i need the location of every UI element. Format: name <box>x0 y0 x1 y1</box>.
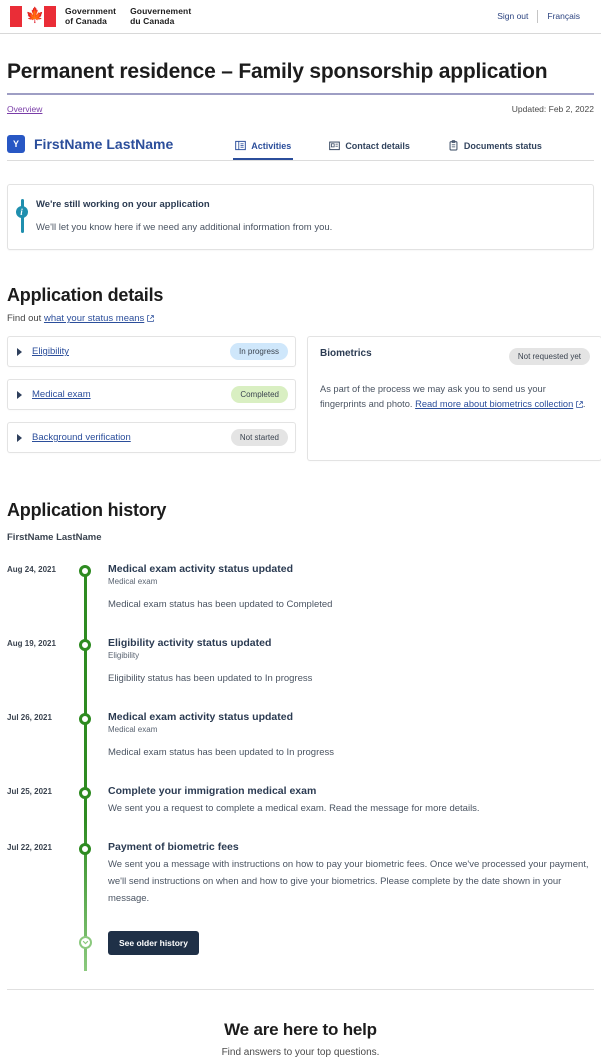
timeline-dot-icon <box>79 787 91 799</box>
event-title: Eligibility activity status updated <box>108 637 312 649</box>
biometrics-text-after: . <box>583 399 586 409</box>
event-date: Aug 24, 2021 <box>7 563 77 613</box>
detail-row-eligibility[interactable]: Eligibility In progress <box>7 336 296 367</box>
event-date: Jul 26, 2021 <box>7 711 77 761</box>
timeline-event: Aug 19, 2021 Eligibility activity status… <box>7 637 594 687</box>
applicant-tab-bar: Y FirstName LastName Activities Contact … <box>7 114 594 161</box>
timeline-dot-icon <box>79 713 91 725</box>
event-description: Eligibility status has been updated to I… <box>108 670 312 687</box>
breadcrumb-row: Overview Updated: Feb 2, 2022 <box>7 95 594 114</box>
status-alert: i We're still working on your applicatio… <box>7 184 594 250</box>
timeline-event: Jul 26, 2021 Medical exam activity statu… <box>7 711 594 761</box>
timeline-dot-icon <box>79 639 91 651</box>
page-title: Permanent residence – Family sponsorship… <box>7 34 594 95</box>
status-rows-column: Eligibility In progress Medical exam Com… <box>7 336 296 465</box>
event-subtitle: Medical exam <box>108 577 332 586</box>
status-badge: Completed <box>231 386 288 403</box>
find-out-prefix: Find out <box>7 313 44 324</box>
contact-card-icon <box>329 140 340 151</box>
event-description: Medical exam status has been updated to … <box>108 596 332 613</box>
detail-label[interactable]: Eligibility <box>32 346 69 357</box>
avatar: Y <box>7 135 25 153</box>
detail-label[interactable]: Medical exam <box>32 389 91 400</box>
header-utility-links: Sign out Français <box>488 10 589 23</box>
help-subheading: Find answers to your top questions. <box>7 1047 594 1058</box>
timeline-event: Aug 24, 2021 Medical exam activity statu… <box>7 563 594 613</box>
timeline-dot-icon <box>79 843 91 855</box>
event-description: Medical exam status has been updated to … <box>108 744 334 761</box>
timeline-event: Jul 25, 2021 Complete your immigration m… <box>7 785 594 817</box>
timeline-dot-icon <box>79 565 91 577</box>
tab-documents-status[interactable]: Documents status <box>446 137 544 160</box>
application-details-grid: Eligibility In progress Medical exam Com… <box>7 336 594 465</box>
external-link-icon <box>144 313 154 324</box>
event-title: Medical exam activity status updated <box>108 563 332 575</box>
timeline-event: Jul 22, 2021 Payment of biometric fees W… <box>7 841 594 907</box>
wordmark: Government of Canada Gouvernement du Can… <box>65 6 191 27</box>
event-date: Aug 19, 2021 <box>7 637 77 687</box>
event-title: Payment of biometric fees <box>108 841 590 853</box>
expand-caret-icon[interactable] <box>17 348 22 356</box>
chevron-down-icon[interactable] <box>79 936 92 949</box>
wordmark-en: Government of Canada <box>65 6 116 27</box>
expand-caret-icon[interactable] <box>17 434 22 442</box>
tab-label: Documents status <box>464 141 542 151</box>
timeline-end: See older history <box>7 931 594 965</box>
wordmark-fr: Gouvernement du Canada <box>130 6 191 27</box>
status-badge: In progress <box>230 343 288 360</box>
help-heading: We are here to help <box>7 1020 594 1040</box>
detail-row-background-verification[interactable]: Background verification Not started <box>7 422 296 453</box>
history-timeline: Aug 24, 2021 Medical exam activity statu… <box>7 563 594 971</box>
event-date: Jul 25, 2021 <box>7 785 77 817</box>
activities-icon <box>235 140 246 151</box>
last-updated-text: Updated: Feb 2, 2022 <box>512 104 594 114</box>
application-details-heading: Application details <box>7 285 594 306</box>
alert-title: We're still working on your application <box>36 199 577 210</box>
government-of-canada-brand: 🍁 Government of Canada Gouvernement du C… <box>10 6 191 27</box>
global-header: 🍁 Government of Canada Gouvernement du C… <box>0 0 601 34</box>
tab-contact-details[interactable]: Contact details <box>327 137 412 160</box>
applicant-name: FirstName LastName <box>34 136 173 152</box>
status-help-line: Find out what your status means <box>7 313 594 324</box>
biometrics-status-badge: Not requested yet <box>509 348 590 365</box>
tab-list: Activities Contact details Documents sta… <box>233 128 578 160</box>
tab-label: Activities <box>251 141 291 151</box>
event-description: We sent you a message with instructions … <box>108 856 590 907</box>
event-subtitle: Medical exam <box>108 725 334 734</box>
biometrics-collection-link[interactable]: Read more about biometrics collection <box>415 399 573 409</box>
event-date: Jul 22, 2021 <box>7 841 77 907</box>
clipboard-icon <box>448 140 459 151</box>
sign-out-link[interactable]: Sign out <box>488 11 537 21</box>
event-subtitle: Eligibility <box>108 651 312 660</box>
biometrics-description: As part of the process we may ask you to… <box>320 382 590 412</box>
biometrics-card: Biometrics Not requested yet As part of … <box>307 336 601 461</box>
external-link-icon <box>576 399 583 409</box>
detail-row-medical-exam[interactable]: Medical exam Completed <box>7 379 296 410</box>
language-toggle-link[interactable]: Français <box>538 11 589 21</box>
breadcrumb-overview-link[interactable]: Overview <box>7 104 42 114</box>
tab-label: Contact details <box>345 141 410 151</box>
biometrics-header: Biometrics Not requested yet <box>320 348 590 365</box>
event-title: Medical exam activity status updated <box>108 711 334 723</box>
alert-accent-rail: i <box>21 199 24 233</box>
canada-flag-icon: 🍁 <box>10 6 56 27</box>
what-your-status-means-link[interactable]: what your status means <box>44 313 144 324</box>
timeline-line <box>84 571 87 971</box>
status-badge: Not started <box>231 429 288 446</box>
biometrics-title: Biometrics <box>320 348 372 359</box>
history-applicant-name: FirstName LastName <box>7 532 594 543</box>
alert-body: We'll let you know here if we need any a… <box>36 222 577 233</box>
see-older-history-button[interactable]: See older history <box>108 931 199 955</box>
detail-label[interactable]: Background verification <box>32 432 131 443</box>
tab-activities[interactable]: Activities <box>233 137 293 160</box>
event-description: We sent you a request to complete a medi… <box>108 800 480 817</box>
event-title: Complete your immigration medical exam <box>108 785 480 797</box>
application-history-heading: Application history <box>7 500 594 521</box>
expand-caret-icon[interactable] <box>17 391 22 399</box>
info-icon: i <box>16 206 28 218</box>
